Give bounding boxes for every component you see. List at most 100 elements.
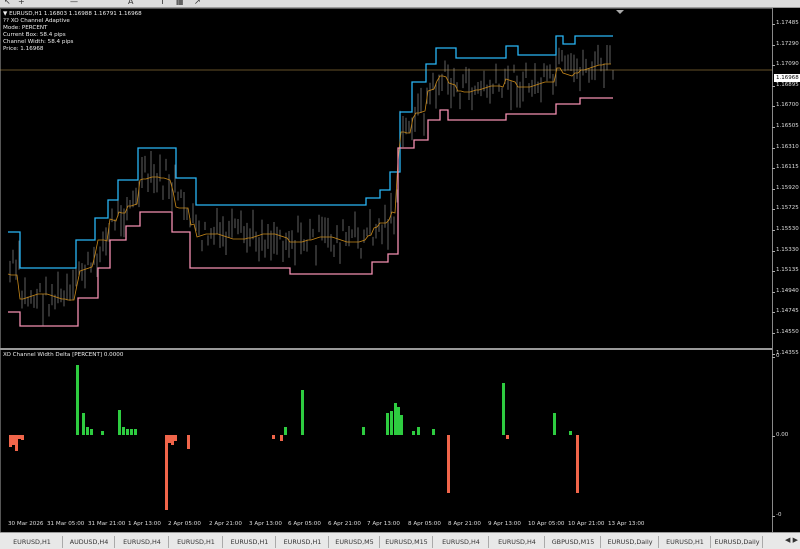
symbol-header: EURUSD,H1 1.16803 1.16988 1.16791 1.1696… (9, 11, 142, 17)
price-tick: 1.16115 (772, 164, 799, 171)
delta-bar (122, 427, 125, 435)
time-axis[interactable]: 30 Mar 2026 31 Mar 05:00 31 Mar 21:00 1 Apr… (0, 519, 772, 532)
price-tick: 1.16700 (772, 102, 799, 109)
chart-tab[interactable]: GBPUSD,M15 (546, 536, 601, 548)
delta-bar (187, 435, 190, 449)
delta-bar (412, 431, 415, 435)
time-label: 7 Apr 13:00 (367, 521, 400, 527)
delta-bar (400, 415, 403, 435)
upper-channel-line (8, 35, 613, 269)
time-label: 9 Apr 13:00 (488, 521, 521, 527)
shift-marker-icon (616, 10, 624, 14)
tab-scroll-arrows[interactable]: ◀ ▶ (785, 536, 798, 544)
delta-bar (280, 435, 283, 441)
delta-bar (134, 429, 137, 435)
delta-bar (9, 435, 12, 447)
delta-bar (417, 427, 420, 435)
chart-info: ▼ EURUSD,H1 1.16803 1.16988 1.16791 1.16… (3, 11, 142, 53)
delta-bar (165, 435, 168, 510)
chart-tab[interactable]: EURUSD,Daily (602, 536, 659, 548)
price-axis[interactable]: 1.17485 1.17290 1.17090 1.16895 1.16700 1.165… (771, 8, 800, 532)
chart-svg (0, 10, 772, 510)
time-label: 13 Apr 13:00 (608, 521, 645, 527)
chart-tab[interactable]: EURUSD,H4 (434, 536, 489, 548)
subwindow-tick: 0.00 (771, 432, 789, 438)
chart-tab[interactable]: EURUSD,H1 (2, 536, 63, 548)
chart-tab[interactable]: EURUSD,H4 (490, 536, 545, 548)
lower-channel-line (8, 97, 613, 327)
delta-bar (168, 435, 171, 443)
price-tick: 1.15920 (772, 184, 799, 191)
delta-bar (76, 365, 79, 435)
time-label: 8 Apr 21:00 (448, 521, 481, 527)
delta-histogram (9, 365, 579, 510)
delta-bar (272, 435, 275, 439)
price-tick: 1.14745 (772, 308, 799, 315)
subwindow-title: XO Channel Width Delta [PERCENT] 0.0000 (3, 352, 124, 358)
price-tick: 1.15725 (772, 205, 799, 212)
delta-bar (82, 413, 85, 435)
price-tick: 1.17090 (772, 61, 799, 68)
chart-tab[interactable]: EURUSD,H1 (277, 536, 329, 548)
indicator-current-box: Current Box: 58.4 pips (3, 32, 66, 38)
delta-bar (553, 413, 556, 435)
time-label: 3 Apr 13:00 (249, 521, 282, 527)
price-tick: 1.17290 (772, 40, 799, 47)
current-price-badge: 1.16968 (774, 74, 800, 82)
time-label: 1 Apr 13:00 (128, 521, 161, 527)
delta-bar (126, 429, 129, 435)
chart-tab[interactable]: EURUSD,M5 (330, 536, 380, 548)
time-label: 31 Mar 05:00 (47, 521, 85, 527)
chart-tab[interactable]: EURUSD,H1 (660, 536, 711, 548)
time-label: 2 Apr 21:00 (209, 521, 242, 527)
time-label: 6 Apr 21:00 (328, 521, 361, 527)
price-tick: 1.15530 (772, 226, 799, 232)
delta-bar (21, 435, 24, 440)
subwindow-tick: 0 (772, 353, 780, 359)
chart-tab[interactable]: EURUSD,H1 (224, 536, 276, 548)
subwindow-separator[interactable] (0, 348, 772, 350)
delta-bar (301, 390, 304, 435)
price-tick: 1.17485 (772, 20, 799, 26)
delta-bar (86, 427, 89, 435)
time-label: 8 Apr 05:00 (408, 521, 441, 527)
delta-bar (171, 435, 174, 445)
time-label: 30 Mar 2026 (8, 521, 44, 527)
indicator-channel-width: Channel Width: 58.4 pips (3, 39, 74, 45)
price-tick: 1.16505 (772, 123, 799, 129)
chart-tabs: ◀ ▶ EURUSD,H1 AUDUSD,H4 EURUSD,H4 EURUSD,H1… (0, 532, 800, 549)
delta-bar (174, 435, 177, 441)
indicator-price: Price: 1.16968 (3, 46, 44, 52)
delta-bar (12, 435, 15, 445)
chart-tab[interactable]: EURUSD,M15 (381, 536, 433, 548)
delta-bar (432, 429, 435, 435)
delta-bar (506, 435, 509, 439)
time-label: 10 Apr 21:00 (568, 521, 605, 527)
price-tick: 1.16310 (772, 143, 799, 150)
delta-bar (447, 435, 450, 493)
chart-tab[interactable]: EURUSD,Daily (712, 536, 763, 548)
delta-bar (284, 427, 287, 435)
chart-tab[interactable]: AUDUSD,H4 (64, 536, 115, 548)
price-tick: 1.14940 (772, 287, 799, 294)
subwindow-tick: -0 (771, 512, 782, 518)
delta-bar (118, 410, 121, 435)
indicator-mode: Mode: PERCENT (3, 25, 48, 31)
delta-bar (130, 429, 133, 435)
delta-bar (362, 427, 365, 435)
price-tick: 1.16895 (772, 81, 799, 88)
time-label: 6 Apr 05:00 (288, 521, 321, 527)
time-label: 2 Apr 05:00 (168, 521, 201, 527)
delta-bar (15, 435, 18, 451)
delta-bar (397, 407, 400, 435)
delta-bar (386, 413, 389, 435)
price-tick: 1.14550 (772, 329, 799, 335)
delta-bar (18, 435, 21, 439)
time-label: 31 Mar 21:00 (88, 521, 126, 527)
chart-tab[interactable]: EURUSD,H1 (170, 536, 223, 548)
delta-bar (390, 411, 393, 435)
price-tick: 1.15135 (772, 267, 799, 274)
delta-bar (502, 383, 505, 435)
chart-tab[interactable]: EURUSD,H4 (116, 536, 169, 548)
mid-channel-line (7, 63, 611, 301)
